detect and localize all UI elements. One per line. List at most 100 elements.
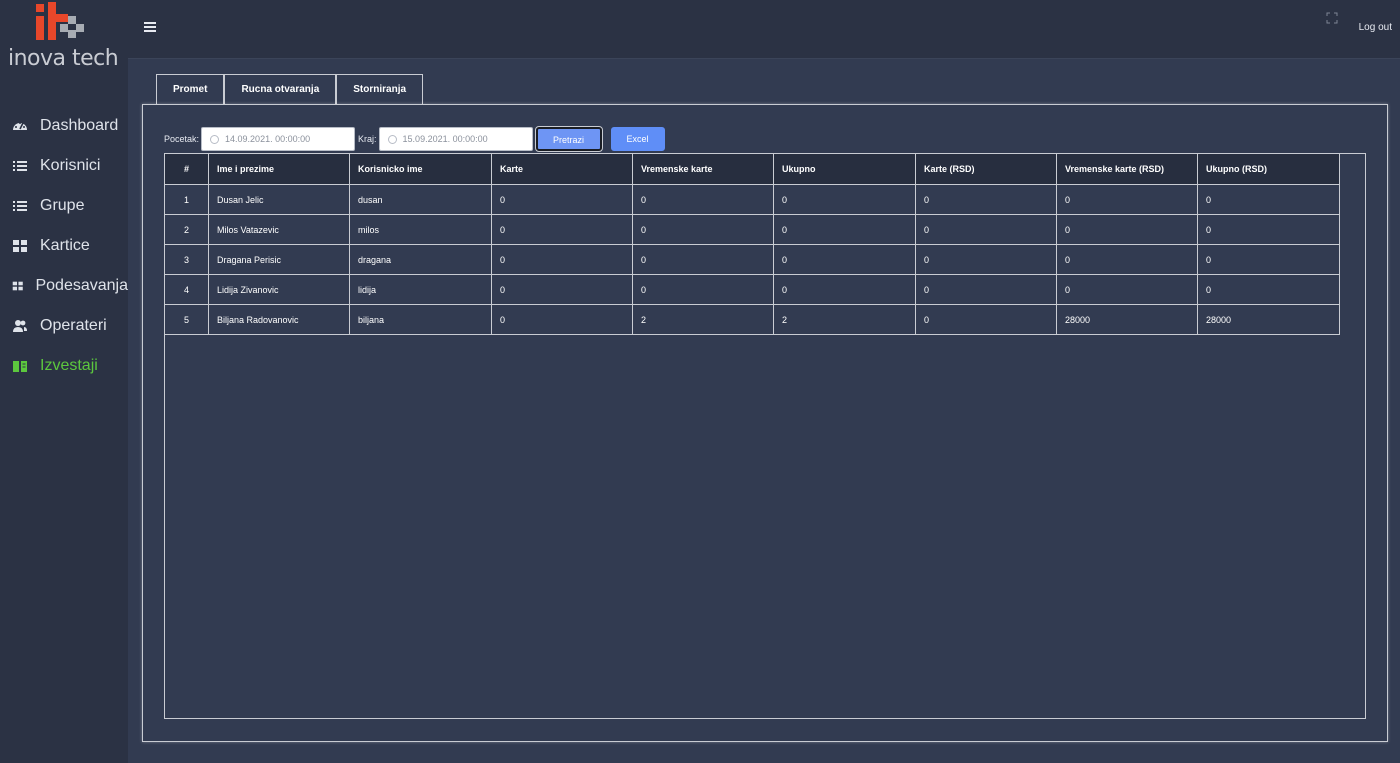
table-cell: biljana <box>349 304 492 335</box>
grid-icon <box>12 281 23 291</box>
tachometer-icon <box>13 122 27 130</box>
table-cell: 0 <box>915 244 1057 275</box>
table-row[interactable]: 5 Biljana Radovanovic biljana 0 2 2 0 28… <box>164 304 1340 335</box>
column-header[interactable]: # <box>164 153 209 185</box>
sidebar-item-label: Kartice <box>40 237 90 254</box>
logo-mark-icon <box>36 2 84 40</box>
table-cell: 0 <box>915 304 1057 335</box>
sidebar-item-label: Korisnici <box>40 157 101 174</box>
table-cell: milos <box>349 214 492 245</box>
table-cell: Dusan Jelic <box>208 184 350 215</box>
tab-rucna-otvaranja[interactable]: Rucna otvaranja <box>224 74 337 105</box>
table-cell: 0 <box>1197 184 1340 215</box>
column-header[interactable]: Vremenske karte (RSD) <box>1056 153 1198 185</box>
grid-icon <box>13 240 27 252</box>
clock-icon <box>387 134 397 144</box>
table-cell: 2 <box>773 304 916 335</box>
table-cell: 4 <box>164 274 209 305</box>
table-cell: 2 <box>164 214 209 245</box>
table-cell: 5 <box>164 304 209 335</box>
sidebar-item-kartice[interactable]: Kartice <box>0 226 128 266</box>
table-cell: 0 <box>1197 214 1340 245</box>
table-cell: 0 <box>915 184 1057 215</box>
table-cell: Milos Vatazevic <box>208 214 350 245</box>
table-cell: 0 <box>632 244 774 275</box>
start-date-value: 14.09.2021. 00:00:00 <box>225 134 311 144</box>
excel-export-button[interactable]: Excel <box>610 127 665 151</box>
sidebar-item-label: Operateri <box>40 317 107 334</box>
table-cell: 2 <box>632 304 774 335</box>
column-header[interactable]: Ime i prezime <box>208 153 350 185</box>
hamburger-icon[interactable] <box>144 22 156 32</box>
table-cell: 0 <box>773 184 916 215</box>
table-cell: 28000 <box>1056 304 1198 335</box>
logo-text: inova tech <box>8 46 119 71</box>
table-cell: 0 <box>491 244 633 275</box>
table-cell: Dragana Perisic <box>208 244 350 275</box>
report-tabs: Promet Rucna otvaranja Storniranja <box>156 74 424 105</box>
end-date-value: 15.09.2021. 00:00:00 <box>402 134 488 144</box>
table-cell: 0 <box>632 214 774 245</box>
clock-icon <box>210 134 220 144</box>
column-header[interactable]: Ukupno <box>773 153 916 185</box>
table-cell: 0 <box>1056 184 1198 215</box>
table-cell: 0 <box>491 214 633 245</box>
sidebar-item-dashboard[interactable]: Dashboard <box>0 106 128 146</box>
table-row[interactable]: 2 Milos Vatazevic milos 0 0 0 0 0 0 <box>164 214 1340 245</box>
expand-icon[interactable] <box>1326 12 1338 24</box>
table-cell: 0 <box>1197 244 1340 275</box>
table-cell: 0 <box>1056 244 1198 275</box>
table-cell: 0 <box>773 244 916 275</box>
sidebar-item-grupe[interactable]: Grupe <box>0 186 128 226</box>
sidebar: inova tech Dashboard Korisnici Grupe Kar… <box>0 0 128 763</box>
table-row[interactable]: 4 Lidija Zivanovic lidija 0 0 0 0 0 0 <box>164 274 1340 305</box>
book-icon <box>13 361 27 372</box>
logout-link[interactable]: Log out <box>1359 22 1392 33</box>
table-cell: 0 <box>491 304 633 335</box>
table-cell: 0 <box>915 214 1057 245</box>
column-header[interactable]: Vremenske karte <box>632 153 774 185</box>
column-header[interactable]: Karte <box>491 153 633 185</box>
table-header-row: # Ime i prezime Korisnicko ime Karte Vre… <box>164 153 1340 185</box>
tab-storniranja[interactable]: Storniranja <box>336 74 424 105</box>
table-cell: 0 <box>1056 274 1198 305</box>
table-cell: Lidija Zivanovic <box>208 274 350 305</box>
sidebar-item-label: Izvestaji <box>40 357 98 374</box>
sidebar-item-label: Grupe <box>40 197 85 214</box>
table-row[interactable]: 3 Dragana Perisic dragana 0 0 0 0 0 0 <box>164 244 1340 275</box>
column-header[interactable]: Ukupno (RSD) <box>1197 153 1340 185</box>
tab-promet[interactable]: Promet <box>156 74 225 105</box>
sidebar-item-podesavanja[interactable]: Podesavanja <box>0 266 128 306</box>
sidebar-nav: Dashboard Korisnici Grupe Kartice Podesa… <box>0 106 128 386</box>
table-cell: 0 <box>773 214 916 245</box>
end-date-label: Kraj: <box>358 134 377 144</box>
table-cell: 0 <box>1056 214 1198 245</box>
table-cell: 0 <box>773 274 916 305</box>
table-cell: 28000 <box>1197 304 1340 335</box>
table-cell: 0 <box>632 274 774 305</box>
table-cell: 1 <box>164 184 209 215</box>
start-date-label: Pocetak: <box>164 134 200 144</box>
start-date-input[interactable]: 14.09.2021. 00:00:00 <box>201 127 356 151</box>
report-table: # Ime i prezime Korisnicko ime Karte Vre… <box>164 153 1340 335</box>
table-row[interactable]: 1 Dusan Jelic dusan 0 0 0 0 0 0 <box>164 184 1340 215</box>
table-cell: 3 <box>164 244 209 275</box>
date-filter: Pocetak: 14.09.2021. 00:00:00 Kraj: 15.0… <box>164 127 665 151</box>
topbar: Log out <box>128 0 1400 59</box>
end-date-input[interactable]: 15.09.2021. 00:00:00 <box>378 127 533 151</box>
column-header[interactable]: Karte (RSD) <box>915 153 1057 185</box>
sidebar-item-operateri[interactable]: Operateri <box>0 306 128 346</box>
table-cell: 0 <box>1197 274 1340 305</box>
search-button[interactable]: Pretrazi <box>535 127 602 151</box>
table-cell: 0 <box>491 184 633 215</box>
table-cell: 0 <box>632 184 774 215</box>
table-cell: Biljana Radovanovic <box>208 304 350 335</box>
table-cell: 0 <box>491 274 633 305</box>
table-cell: dusan <box>349 184 492 215</box>
users-icon <box>13 320 27 332</box>
column-header[interactable]: Korisnicko ime <box>349 153 492 185</box>
sidebar-item-izvestaji[interactable]: Izvestaji <box>0 346 128 386</box>
sidebar-item-label: Podesavanja <box>35 277 128 294</box>
sidebar-item-korisnici[interactable]: Korisnici <box>0 146 128 186</box>
table-cell: lidija <box>349 274 492 305</box>
